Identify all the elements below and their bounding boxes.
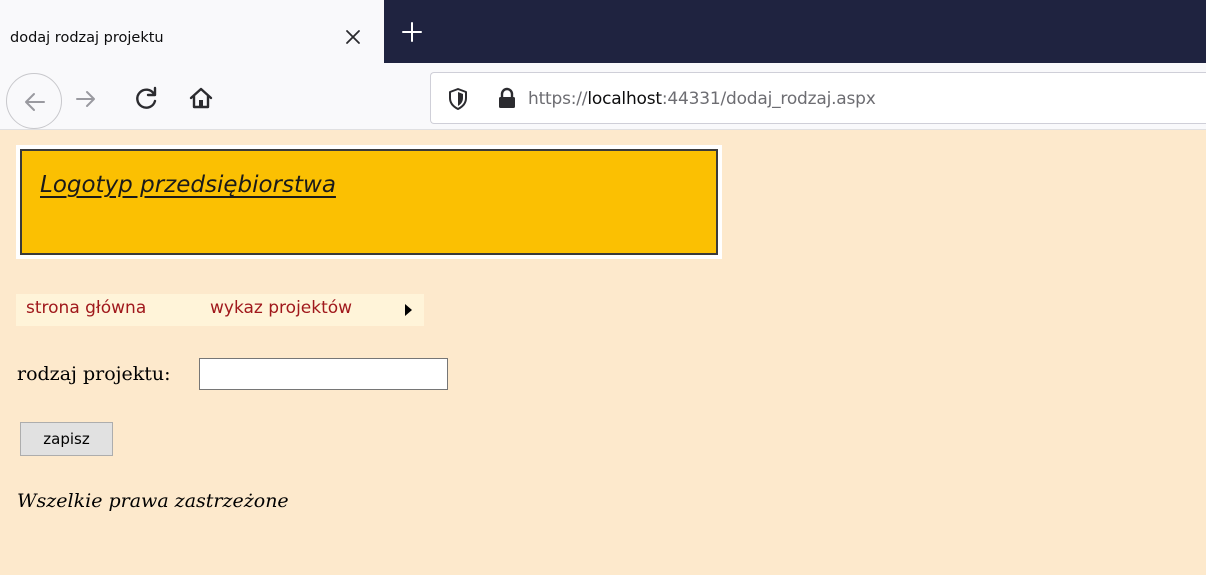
footer-text: Wszelkie prawa zastrzeżone [17, 490, 289, 512]
tab-active[interactable]: dodaj rodzaj projektu [0, 0, 384, 63]
tab-strip: dodaj rodzaj projektu [0, 0, 1206, 63]
navigation-toolbar: https://localhost:44331/dodaj_rodzaj.asp… [0, 63, 1206, 130]
reload-icon[interactable] [134, 86, 160, 112]
back-arrow-icon [25, 93, 45, 111]
url-text[interactable]: https://localhost:44331/dodaj_rodzaj.asp… [528, 89, 876, 109]
logo-text: Logotyp przedsiębiorstwa [40, 172, 336, 198]
url-path: :44331/dodaj_rodzaj.aspx [661, 89, 876, 109]
menu-item-projects[interactable]: wykaz projektów [210, 298, 352, 318]
lock-icon[interactable] [497, 87, 517, 109]
url-scheme: https:// [528, 89, 588, 109]
submenu-arrow-icon[interactable] [405, 304, 412, 316]
main-menu: strona główna wykaz projektów [16, 294, 424, 326]
logo-frame: Logotyp przedsiębiorstwa [16, 145, 722, 259]
address-bar[interactable]: https://localhost:44331/dodaj_rodzaj.asp… [430, 72, 1206, 124]
plus-icon[interactable] [400, 20, 424, 44]
menu-item-home[interactable]: strona główna [26, 298, 146, 318]
logo-banner: Logotyp przedsiębiorstwa [20, 149, 718, 255]
close-icon[interactable] [343, 27, 363, 47]
forward-arrow-icon[interactable] [74, 87, 98, 111]
project-type-input[interactable] [199, 358, 448, 390]
save-button[interactable]: zapisz [20, 422, 113, 456]
tab-title: dodaj rodzaj projektu [10, 30, 164, 46]
page-viewport: Logotyp przedsiębiorstwa strona główna w… [0, 130, 1206, 575]
home-icon[interactable] [188, 85, 214, 111]
back-button[interactable] [6, 73, 62, 129]
shield-icon[interactable] [447, 87, 469, 111]
project-type-label: rodzaj projektu: [17, 363, 171, 385]
url-host: localhost [587, 89, 662, 109]
